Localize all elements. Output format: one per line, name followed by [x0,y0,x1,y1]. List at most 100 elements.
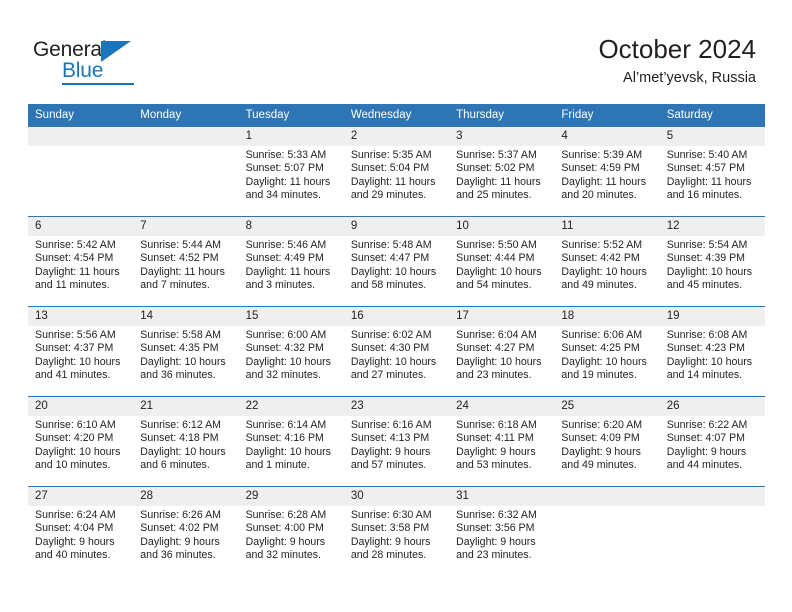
daylight-duration-line2: and 32 minutes. [245,549,321,562]
calendar-day-cell[interactable]: 28 Sunrise: 6:26 AM Sunset: 4:02 PM Dayligh… [133,486,239,576]
sunset-time: Sunset: 4:44 PM [456,252,535,265]
daylight-duration-line2: and 23 minutes. [456,369,532,382]
calendar-week-row: 20 Sunrise: 6:10 AM Sunset: 4:20 PM Dayligh… [28,396,765,487]
sunset-time: Sunset: 4:27 PM [456,342,535,355]
daylight-duration-line1: Daylight: 10 hours [245,355,331,368]
calendar-day-cell[interactable]: 30 Sunrise: 6:30 AM Sunset: 3:58 PM Dayligh… [343,486,450,576]
calendar-day-cell[interactable]: 11 Sunrise: 5:52 AM Sunset: 4:42 PM Dayligh… [554,216,660,307]
day-number: 22 [238,397,344,416]
calendar-day-cell[interactable]: 7 Sunrise: 5:44 AM Sunset: 4:52 PM Daylight… [133,216,239,307]
calendar-week-row: 6 Sunrise: 5:42 AM Sunset: 4:54 PM Daylight… [28,216,765,307]
day-cell-inner: 11 Sunrise: 5:52 AM Sunset: 4:42 PM Dayligh… [554,217,660,306]
sunrise-time: Sunrise: 6:16 AM [350,419,432,431]
calendar-day-cell[interactable]: 13 Sunrise: 5:56 AM Sunset: 4:37 PM Dayligh… [28,306,134,397]
daylight-duration-line2: and 11 minutes. [35,279,110,292]
calendar-day-cell[interactable]: 2 Sunrise: 5:35 AM Sunset: 5:04 PM Daylight… [343,126,450,217]
daylight-duration-line1: Daylight: 9 hours [561,445,641,458]
day-cell-inner: 13 Sunrise: 5:56 AM Sunset: 4:37 PM Dayligh… [28,307,134,396]
daylight-duration-line1: Daylight: 10 hours [666,265,753,278]
daylight-duration-line2: and 34 minutes. [245,189,321,202]
day-details: Sunrise: 5:56 AM Sunset: 4:37 PM Daylight:… [28,326,133,383]
daylight-duration-line2: and 40 minutes. [35,549,111,562]
day-details: Sunrise: 6:20 AM Sunset: 4:09 PM Daylight:… [554,416,659,473]
calendar-day-cell[interactable]: 18 Sunrise: 6:06 AM Sunset: 4:25 PM Dayligh… [554,306,660,397]
day-cell-inner: 16 Sunrise: 6:02 AM Sunset: 4:30 PM Dayligh… [343,307,450,396]
daylight-duration-line1: Daylight: 10 hours [666,355,753,368]
sunrise-time: Sunrise: 6:12 AM [140,419,221,431]
calendar-day-cell[interactable]: 8 Sunrise: 5:46 AM Sunset: 4:49 PM Daylight… [238,216,344,307]
calendar-day-cell[interactable]: 21 Sunrise: 6:12 AM Sunset: 4:18 PM Dayligh… [133,396,239,487]
calendar-week-row: 1 Sunrise: 5:33 AM Sunset: 5:07 PM Daylight… [28,126,765,217]
calendar-day-cell[interactable]: 31 Sunrise: 6:32 AM Sunset: 3:56 PM Dayligh… [449,486,555,576]
day-details: Sunrise: 5:33 AM Sunset: 5:07 PM Daylight:… [239,146,344,203]
day-cell-inner: 6 Sunrise: 5:42 AM Sunset: 4:54 PM Daylight… [28,217,134,306]
sunset-time: Sunset: 4:30 PM [350,342,430,355]
day-details: Sunrise: 6:10 AM Sunset: 4:20 PM Daylight:… [28,416,133,473]
calendar-day-cell[interactable]: 6 Sunrise: 5:42 AM Sunset: 4:54 PM Daylight… [28,216,134,307]
sunset-time: Sunset: 4:02 PM [140,522,219,535]
calendar-day-cell[interactable]: 15 Sunrise: 6:00 AM Sunset: 4:32 PM Dayligh… [238,306,344,397]
day-details: Sunrise: 5:42 AM Sunset: 4:54 PM Daylight:… [28,236,133,293]
calendar-day-cell[interactable]: 4 Sunrise: 5:39 AM Sunset: 4:59 PM Daylight… [554,126,660,217]
day-number: 7 [133,217,239,236]
sunrise-time: Sunrise: 6:28 AM [245,509,327,521]
day-number: 24 [449,397,555,416]
sunset-time: Sunset: 5:07 PM [245,162,324,175]
day-cell-inner: 27 Sunrise: 6:24 AM Sunset: 4:04 PM Dayligh… [28,487,134,576]
calendar-day-cell[interactable]: 19 Sunrise: 6:08 AM Sunset: 4:23 PM Dayligh… [659,306,765,397]
day-cell-inner: 7 Sunrise: 5:44 AM Sunset: 4:52 PM Daylight… [133,217,239,306]
sunset-time: Sunset: 4:04 PM [35,522,114,535]
calendar-day-cell[interactable]: 3 Sunrise: 5:37 AM Sunset: 5:02 PM Daylight… [449,126,555,217]
calendar-day-cell[interactable]: 26 Sunrise: 6:22 AM Sunset: 4:07 PM Dayligh… [659,396,765,487]
sunrise-time: Sunrise: 5:52 AM [561,239,643,251]
calendar-day-cell[interactable]: 12 Sunrise: 5:54 AM Sunset: 4:39 PM Dayligh… [659,216,765,307]
daylight-duration-line1: Daylight: 11 hours [35,265,120,278]
day-details: Sunrise: 6:04 AM Sunset: 4:27 PM Daylight:… [449,326,554,383]
daylight-duration-line1: Daylight: 9 hours [245,535,326,548]
calendar-week-row: 13 Sunrise: 5:56 AM Sunset: 4:37 PM Dayligh… [28,306,765,397]
calendar-day-cell[interactable]: 10 Sunrise: 5:50 AM Sunset: 4:44 PM Dayligh… [449,216,555,307]
page-header: General Blue October 2024 Al’met’yevsk, … [0,0,792,98]
calendar-day-cell[interactable]: 16 Sunrise: 6:02 AM Sunset: 4:30 PM Dayligh… [343,306,450,397]
page-title: October 2024 [598,34,756,64]
calendar-day-cell[interactable]: 9 Sunrise: 5:48 AM Sunset: 4:47 PM Daylight… [343,216,450,307]
sunrise-time: Sunrise: 6:22 AM [666,419,748,431]
sunset-time: Sunset: 4:39 PM [666,252,746,265]
calendar-day-cell[interactable]: 29 Sunrise: 6:28 AM Sunset: 4:00 PM Dayligh… [238,486,344,576]
day-number: 20 [28,397,134,416]
calendar-day-cell[interactable]: 1 Sunrise: 5:33 AM Sunset: 5:07 PM Daylight… [238,126,344,217]
daylight-duration-line1: Daylight: 9 hours [350,535,431,548]
daylight-duration-line2: and 6 minutes. [140,459,210,472]
calendar-day-cell[interactable]: 22 Sunrise: 6:14 AM Sunset: 4:16 PM Dayligh… [238,396,344,487]
calendar-day-cell[interactable]: 14 Sunrise: 5:58 AM Sunset: 4:35 PM Dayligh… [133,306,239,397]
day-details: Sunrise: 6:32 AM Sunset: 3:56 PM Daylight:… [449,506,554,563]
day-details: Sunrise: 6:06 AM Sunset: 4:25 PM Daylight:… [554,326,659,383]
day-details: Sunrise: 5:35 AM Sunset: 5:04 PM Daylight:… [344,146,449,203]
day-cell-inner: 22 Sunrise: 6:14 AM Sunset: 4:16 PM Dayligh… [238,397,344,486]
sunrise-time: Sunrise: 6:14 AM [245,419,327,431]
calendar-day-cell[interactable]: 25 Sunrise: 6:20 AM Sunset: 4:09 PM Dayligh… [554,396,660,487]
day-cell-inner: 20 Sunrise: 6:10 AM Sunset: 4:20 PM Dayligh… [28,397,134,486]
sunset-time: Sunset: 4:09 PM [561,432,640,445]
calendar-day-cell[interactable]: 5 Sunrise: 5:40 AM Sunset: 4:57 PM Daylight… [659,126,765,217]
calendar-day-cell[interactable]: 24 Sunrise: 6:18 AM Sunset: 4:11 PM Dayligh… [449,396,555,487]
day-details: Sunrise: 5:37 AM Sunset: 5:02 PM Daylight:… [449,146,554,203]
day-cell-inner: 14 Sunrise: 5:58 AM Sunset: 4:35 PM Dayligh… [133,307,239,396]
weekday-header-wednesday: Wednesday [343,104,450,127]
day-number: 6 [28,217,134,236]
weekday-header-tuesday: Tuesday [238,104,344,127]
day-number: 9 [343,217,450,236]
calendar-day-cell[interactable]: 17 Sunrise: 6:04 AM Sunset: 4:27 PM Dayligh… [449,306,555,397]
calendar-day-cell[interactable]: 23 Sunrise: 6:16 AM Sunset: 4:13 PM Dayligh… [343,396,450,487]
daylight-duration-line1: Daylight: 11 hours [245,175,331,188]
weekday-header-saturday: Saturday [659,104,765,127]
day-cell-inner: 31 Sunrise: 6:32 AM Sunset: 3:56 PM Dayligh… [449,487,555,576]
day-cell-inner: 15 Sunrise: 6:00 AM Sunset: 4:32 PM Dayligh… [238,307,344,396]
day-cell-inner: 23 Sunrise: 6:16 AM Sunset: 4:13 PM Dayligh… [343,397,450,486]
sunrise-time: Sunrise: 5:48 AM [350,239,432,251]
sunset-time: Sunset: 4:54 PM [35,252,114,265]
calendar-day-cell[interactable]: 20 Sunrise: 6:10 AM Sunset: 4:20 PM Dayligh… [28,396,134,487]
daylight-duration-line1: Daylight: 9 hours [456,445,536,458]
calendar-day-cell-empty [133,126,239,217]
calendar-day-cell[interactable]: 27 Sunrise: 6:24 AM Sunset: 4:04 PM Dayligh… [28,486,134,576]
